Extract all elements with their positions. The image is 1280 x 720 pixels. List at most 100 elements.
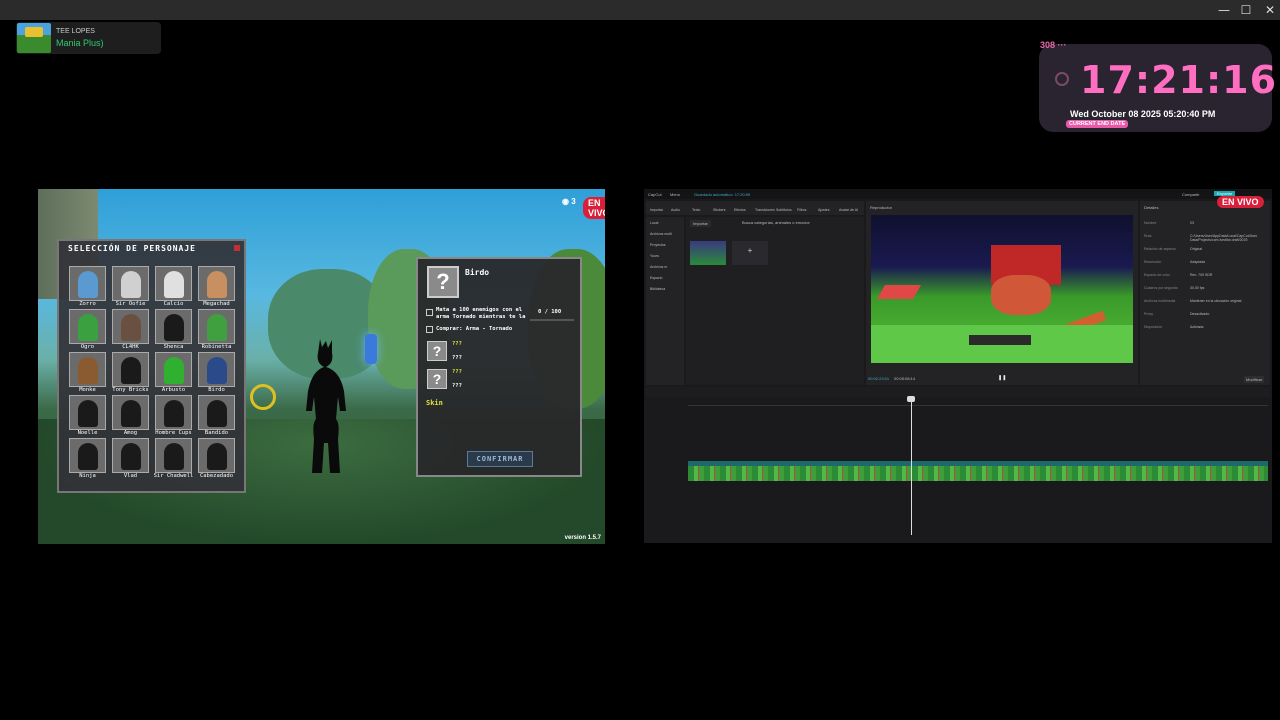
character-slot[interactable] xyxy=(69,266,106,301)
sidebar-item[interactable]: Archivos m xyxy=(650,265,667,269)
character-slot[interactable] xyxy=(198,352,235,387)
character-portrait xyxy=(164,400,184,427)
sidebar-item[interactable]: Yours xyxy=(650,254,659,258)
toolbar-item[interactable]: Audio xyxy=(671,208,680,212)
playhead[interactable] xyxy=(911,399,912,535)
toolbar-item[interactable]: Stickers xyxy=(713,208,725,212)
playhead-handle[interactable] xyxy=(907,396,915,402)
character-slot[interactable] xyxy=(198,395,235,430)
sidebar-item[interactable]: Biblioteca xyxy=(650,287,665,291)
character-slot[interactable] xyxy=(112,352,149,387)
character-slot[interactable] xyxy=(155,395,192,430)
share-button[interactable]: Compartir xyxy=(1182,192,1200,197)
detail-key: Proxy xyxy=(1144,312,1153,316)
character-portrait xyxy=(164,314,184,341)
detail-value: C:/Users/User/AppData/Local/CapCut/User … xyxy=(1190,234,1258,242)
character-portrait xyxy=(78,271,98,298)
character-name-label: Hombre Cups xyxy=(155,430,192,436)
locked-item-icon: ? xyxy=(427,341,447,361)
character-name-label: Sir Chadwell xyxy=(153,473,194,479)
character-slot[interactable] xyxy=(155,309,192,344)
boss-shape xyxy=(991,275,1051,315)
toolbar-item[interactable]: Efectos xyxy=(734,208,746,212)
media-thumbnail[interactable] xyxy=(690,241,726,265)
character-slot[interactable] xyxy=(155,438,192,473)
purchase-checkbox[interactable] xyxy=(426,326,433,333)
sidebar-item[interactable]: Proyectos xyxy=(650,243,666,247)
sidebar-item[interactable]: Local xyxy=(650,221,658,225)
app-menu[interactable]: CapCut xyxy=(648,192,662,197)
hotbar xyxy=(969,335,1031,345)
toolbar-item[interactable]: Filtros xyxy=(797,208,807,212)
album-art xyxy=(17,23,51,53)
character-name-label: Megachad xyxy=(203,301,230,307)
modify-button[interactable]: Modificar xyxy=(1244,376,1265,383)
character-portrait xyxy=(121,357,141,384)
character-name-label: Calcio xyxy=(163,301,184,307)
play-icon[interactable]: ❚❚ xyxy=(998,375,1006,381)
toolbar-item[interactable]: Ajustes xyxy=(818,208,829,212)
character-name-label: Robinetta xyxy=(201,344,232,350)
character-slot[interactable] xyxy=(198,309,235,344)
detail-key: Espacio de color xyxy=(1144,273,1170,277)
character-slot[interactable] xyxy=(69,309,106,344)
maximize-button[interactable]: ☐ xyxy=(1237,2,1255,18)
import-button[interactable]: Importar xyxy=(690,220,711,227)
character-slot[interactable] xyxy=(69,438,106,473)
eye-icon: ◉ xyxy=(562,197,569,206)
character-slot[interactable] xyxy=(69,352,106,387)
game-version: version 1.5.7 xyxy=(564,535,601,541)
detail-value: Original xyxy=(1190,247,1203,251)
character-slot[interactable] xyxy=(69,395,106,430)
character-slot[interactable] xyxy=(112,438,149,473)
red-ramp xyxy=(876,285,922,299)
sidebar-item[interactable]: Espacio xyxy=(650,276,662,280)
viewer-count: ◉ 3 xyxy=(562,197,576,206)
confirm-button[interactable]: CONFIRMAR xyxy=(467,451,533,467)
detail-key: Cuadros por segundo xyxy=(1144,286,1178,290)
sidebar-item[interactable]: Archivos multi xyxy=(650,232,672,236)
character-slot[interactable] xyxy=(112,395,149,430)
close-button[interactable]: ✕ xyxy=(1261,2,1279,18)
toolbar-item[interactable]: Texto xyxy=(692,208,700,212)
character-slot[interactable] xyxy=(112,266,149,301)
character-portrait xyxy=(121,314,141,341)
timecode: 00:02:23:01 xyxy=(868,376,890,381)
detail-value: Adaptada xyxy=(1190,260,1205,264)
panel-title: SELECCIÓN DE PERSONAJE xyxy=(68,244,196,253)
character-slot[interactable] xyxy=(112,309,149,344)
locked-item-icon: ? xyxy=(427,369,447,389)
detail-key: Ruta xyxy=(1144,234,1152,238)
detail-value: Mantener en la ubicación original xyxy=(1190,299,1242,303)
close-icon[interactable] xyxy=(234,245,240,251)
character-name-label: Ninja xyxy=(79,473,96,479)
live-badge: EN VIVO xyxy=(1217,196,1264,208)
toolbar-item[interactable]: Importar xyxy=(650,208,663,212)
character-name-label: Zorro xyxy=(79,301,96,307)
add-media-button[interactable]: + xyxy=(732,241,768,265)
character-portrait xyxy=(207,357,227,384)
clock-badge: CURRENT END DATE xyxy=(1066,120,1129,128)
character-name-label: Monke xyxy=(79,387,96,393)
details-panel: Detalles Nombre 03 Ruta C:/Users/User/AppDa… xyxy=(1140,201,1270,385)
media-library: Importar Busca categorías, animales o em… xyxy=(686,217,864,385)
toolbar-item[interactable]: Subtítulos xyxy=(776,208,792,212)
detail-key: Archivos multimedia xyxy=(1144,299,1176,303)
detail-value: Desactivado xyxy=(1190,312,1210,316)
character-name-label: Shenca xyxy=(163,344,184,350)
character-slot[interactable] xyxy=(155,352,192,387)
mission-checkbox[interactable] xyxy=(426,309,433,316)
minimize-button[interactable]: — xyxy=(1215,2,1233,18)
search-input[interactable]: Busca categorías, animales o emociones xyxy=(742,220,810,225)
detail-value: 30.00 fps xyxy=(1190,286,1205,290)
clock-counter: 308 ··· xyxy=(1040,40,1067,50)
clock-time: 17:21:16 xyxy=(1080,58,1278,102)
detail-key: Relación de aspecto xyxy=(1144,247,1176,251)
character-slot[interactable] xyxy=(198,266,235,301)
detail-key: Resolución xyxy=(1144,260,1162,264)
toolbar-item[interactable]: Avatar de AI xyxy=(839,208,858,212)
character-slot[interactable] xyxy=(198,438,235,473)
character-slot[interactable] xyxy=(155,266,192,301)
menu-button[interactable]: Menú xyxy=(670,192,680,197)
toolbar-item[interactable]: Transiciones xyxy=(755,208,775,212)
